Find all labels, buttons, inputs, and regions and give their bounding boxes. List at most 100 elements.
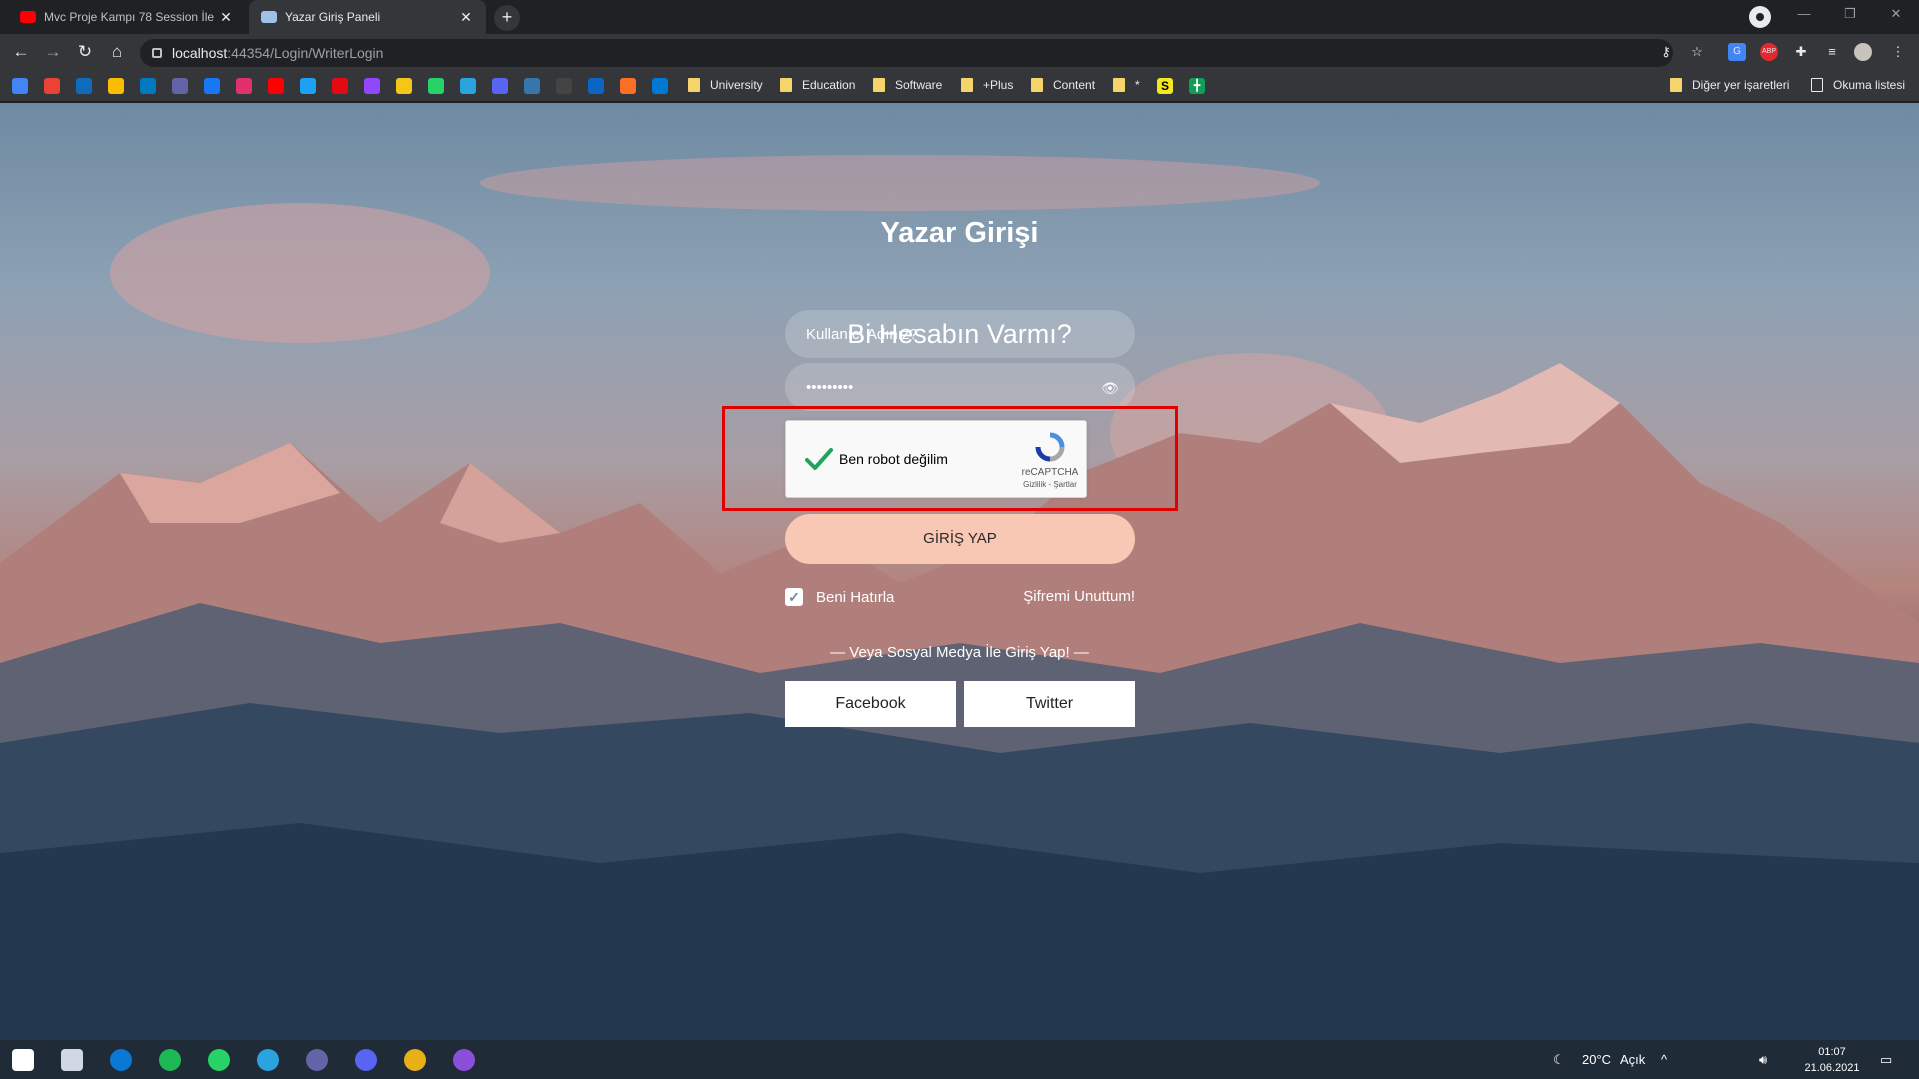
clock-date: 21.06.2021 [1804,1062,1860,1074]
back-button[interactable]: ← [8,40,34,64]
new-tab-button[interactable]: + [494,5,520,31]
gitlab-bookmark-icon[interactable] [620,78,636,94]
sheets-bookmark-icon[interactable]: ╋ [1189,78,1205,94]
youtube-bookmark-icon[interactable] [268,78,284,94]
netflix-bookmark-icon[interactable] [332,78,348,94]
media-icon[interactable]: ≡ [1823,43,1841,61]
bookmark-folder-content[interactable]: Content [1031,78,1095,92]
window-close-button[interactable]: ✕ [1873,0,1919,30]
restore-button[interactable]: ❐ [1827,0,1873,30]
adblock-icon[interactable]: ABP [1760,43,1778,61]
recaptcha-checkmark-icon[interactable] [803,443,835,475]
tab-close-icon[interactable]: ✕ [218,9,234,26]
home-button[interactable]: ⌂ [104,40,130,64]
address-bar[interactable]: localhost :44354/Login/WriterLogin [140,39,1673,67]
forgot-password-link[interactable]: Şifremi Unuttum! [1010,588,1135,605]
profile-avatar[interactable] [1854,43,1872,61]
bookmarks-bar: University Education Software +Plus Cont… [0,70,1919,102]
discord-app-icon[interactable] [355,1049,377,1071]
notifications-icon[interactable]: ▭ [1880,1052,1892,1068]
url-path: :44354/Login/WriterLogin [227,45,384,61]
chrome-app-icon[interactable] [404,1049,426,1071]
volume-icon[interactable]: 🔊︎ [1759,1052,1767,1068]
login-button[interactable]: GİRİŞ YAP [785,514,1135,564]
spotify-app-icon[interactable] [159,1049,181,1071]
forward-button[interactable]: → [40,40,66,64]
recaptcha-widget[interactable]: Ben robot değilim reCAPTCHA Gizlilik - Ş… [785,420,1087,498]
clock-time: 01:07 [1818,1046,1846,1058]
show-hidden-icons-icon[interactable]: ^ [1661,1052,1667,1067]
browser-toolbar: ← → ↻ ⌂ localhost :44354/Login/WriterLog… [0,34,1919,70]
whatsapp-app-icon[interactable] [208,1049,230,1071]
tab-youtube-video[interactable]: Mvc Proje Kampı 78 Session İle E ✕ [8,0,246,34]
folder-icon [688,78,700,92]
system-clock[interactable]: 01:07 21.06.2021 [1800,1044,1864,1076]
trello-bookmark-icon[interactable] [140,78,156,94]
reading-list[interactable]: Okuma listesi [1811,78,1905,92]
task-view-icon[interactable] [61,1049,83,1071]
other-bookmarks[interactable]: Diğer yer işaretleri [1670,78,1789,92]
remember-me[interactable]: ✓ Beni Hatırla [785,588,894,606]
tab-writer-login[interactable]: Yazar Giriş Paneli ✕ [249,0,486,34]
outlook-bookmark-icon[interactable] [76,78,92,94]
key-icon[interactable]: ⚷ [1657,43,1675,61]
tab-close-icon[interactable]: ✕ [458,9,474,26]
python-bookmark-icon[interactable] [524,78,540,94]
recaptcha-brand: reCAPTCHA [1021,467,1079,478]
bookmark-folder-software[interactable]: Software [873,78,942,92]
github-bookmark-icon[interactable] [556,78,572,94]
visual-studio-app-icon[interactable] [453,1049,475,1071]
windows-start-icon[interactable] [12,1049,34,1071]
whatsapp-bookmark-icon[interactable] [428,78,444,94]
instagram-bookmark-icon[interactable] [236,78,252,94]
menu-icon[interactable]: ⋮ [1889,43,1907,61]
discord-bookmark-icon[interactable] [492,78,508,94]
folder-icon [780,78,792,92]
weather-moon-icon[interactable]: ☾ [1553,1052,1565,1068]
folder-icon [873,78,885,92]
twitch-bookmark-icon[interactable] [364,78,380,94]
translate-bookmark-icon[interactable] [12,78,28,94]
facebook-login-button[interactable]: Facebook [785,681,956,727]
bookmark-folder-plus[interactable]: +Plus [961,78,1013,92]
telegram-app-icon[interactable] [257,1049,279,1071]
azure-devops-bookmark-icon[interactable] [652,78,668,94]
bookmark-folder-university[interactable]: University [688,78,763,92]
folder-icon [1113,78,1125,92]
remember-me-checkbox[interactable]: ✓ [785,588,803,606]
mail-app-icon[interactable] [110,1049,132,1071]
teams-app-icon[interactable] [306,1049,328,1071]
minimize-button[interactable]: — [1781,0,1827,30]
folder-icon [961,78,973,92]
show-password-icon[interactable]: 👁 [1101,379,1119,397]
bookmark-folder-education[interactable]: Education [780,78,855,92]
drive-bookmark-icon[interactable] [108,78,124,94]
linkedin-bookmark-icon[interactable] [588,78,604,94]
facebook-bookmark-icon[interactable] [204,78,220,94]
teams-bookmark-icon[interactable] [172,78,188,94]
reading-list-icon [1811,78,1823,92]
gmail-bookmark-icon[interactable] [44,78,60,94]
bookmark-folder-star[interactable]: * [1113,78,1140,92]
remember-me-label: Beni Hatırla [816,588,895,606]
page-title: Yazar Girişi [880,217,1039,249]
twitter-bookmark-icon[interactable] [300,78,316,94]
imdb-bookmark-icon[interactable] [396,78,412,94]
tab-search-icon[interactable] [1749,6,1771,28]
reload-button[interactable]: ↻ [72,40,98,64]
recaptcha-privacy-terms-link[interactable]: Gizlilik - Şartlar [1018,480,1082,489]
login-page: Yazar Girişi Bi Hesabın Varmı? 👁 Ben rob… [0,103,1919,1040]
social-login-note: — Veya Sosyal Medya İle Giriş Yap! — [830,644,1089,661]
translate-icon[interactable]: G [1728,43,1746,61]
password-input[interactable] [785,363,1135,411]
star-icon[interactable]: ☆ [1688,43,1706,61]
telegram-bookmark-icon[interactable] [460,78,476,94]
folder-icon [1670,78,1682,92]
twitter-login-button[interactable]: Twitter [964,681,1135,727]
username-input[interactable] [785,310,1135,358]
weather-temp[interactable]: 20°C [1582,1052,1611,1067]
tab-title: Yazar Giriş Paneli [285,10,381,24]
s-bookmark-icon[interactable]: S [1157,78,1173,94]
extensions-icon[interactable]: ✚ [1792,43,1810,61]
weather-condition[interactable]: Açık [1620,1052,1645,1067]
